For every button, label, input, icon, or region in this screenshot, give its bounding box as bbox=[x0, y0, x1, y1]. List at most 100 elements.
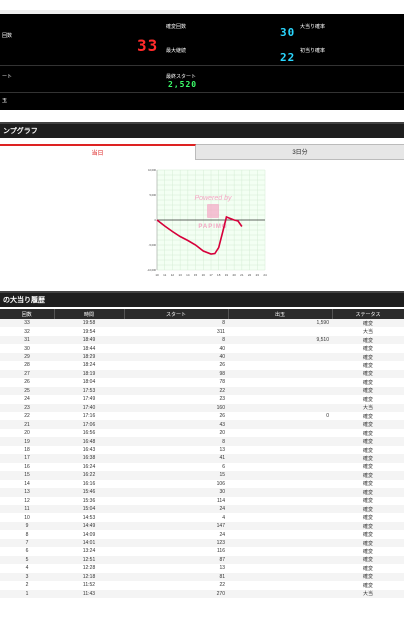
cell-payout bbox=[228, 496, 332, 505]
table-row: 6 13:24 116 確変 bbox=[0, 547, 404, 556]
cell-count: 28 bbox=[0, 361, 54, 370]
x-tick-label: 13 bbox=[178, 273, 182, 277]
cell-count: 3 bbox=[0, 572, 54, 582]
cell-count: 19 bbox=[0, 437, 54, 446]
cell-start: 41 bbox=[124, 454, 228, 463]
watermark-logo-icon bbox=[207, 204, 219, 218]
cell-status: 確変 bbox=[332, 564, 404, 573]
cell-time: 17:16 bbox=[54, 411, 124, 421]
cell-time: 13:24 bbox=[54, 547, 124, 556]
cell-start: 26 bbox=[124, 411, 228, 421]
table-row: 10 14:53 4 確変 bbox=[0, 513, 404, 522]
cell-time: 16:24 bbox=[54, 462, 124, 472]
cell-start: 147 bbox=[124, 521, 228, 531]
cell-start: 40 bbox=[124, 352, 228, 362]
final-start-value: 2,520 bbox=[168, 80, 198, 89]
table-row: 8 14:09 24 確変 bbox=[0, 530, 404, 539]
graph-section-title: ンプグラフ bbox=[0, 122, 404, 138]
cell-status: 確変 bbox=[332, 538, 404, 548]
x-tick-label: 23 bbox=[256, 273, 260, 277]
cell-time: 18:19 bbox=[54, 369, 124, 379]
cell-count: 25 bbox=[0, 386, 54, 396]
cell-status: 確変 bbox=[332, 521, 404, 531]
graph-tabs: 当日 3日分 bbox=[0, 144, 404, 160]
cell-payout bbox=[228, 462, 332, 472]
final-start-label: 最終スタート bbox=[166, 74, 197, 80]
cell-count: 11 bbox=[0, 504, 54, 514]
table-row: 3 12:18 81 確変 bbox=[0, 572, 404, 582]
cell-count: 10 bbox=[0, 513, 54, 522]
x-tick-label: 11 bbox=[163, 273, 166, 277]
cell-count: 32 bbox=[0, 327, 54, 336]
table-row: 33 19:58 8 1,590 確変 bbox=[0, 319, 404, 328]
cell-count: 30 bbox=[0, 344, 54, 353]
cell-status: 大当 bbox=[332, 589, 404, 598]
cell-time: 18:44 bbox=[54, 344, 124, 353]
col-header-status: ステータス bbox=[332, 309, 404, 319]
tab-today[interactable]: 当日 bbox=[0, 144, 196, 160]
x-tick-label: 16 bbox=[202, 273, 206, 277]
cell-status: 確変 bbox=[332, 555, 404, 565]
cell-payout bbox=[228, 361, 332, 370]
cell-start: 22 bbox=[124, 386, 228, 396]
cell-status: 確変 bbox=[332, 454, 404, 463]
cell-count: 22 bbox=[0, 411, 54, 421]
cell-status: 確変 bbox=[332, 437, 404, 446]
cell-start: 116 bbox=[124, 547, 228, 556]
cell-start: 43 bbox=[124, 420, 228, 429]
table-row: 4 12:28 13 確変 bbox=[0, 564, 404, 573]
history-table: 回数 時間 スタート 出玉 ステータス 33 19:58 8 1,590 確変 32 19:… bbox=[0, 309, 404, 598]
col-header-count: 回数 bbox=[0, 309, 55, 319]
top-strip bbox=[0, 0, 404, 14]
cell-time: 16:38 bbox=[54, 454, 124, 463]
stats-divider bbox=[0, 65, 404, 66]
cell-time: 16:22 bbox=[54, 471, 124, 480]
table-row: 32 19:54 311 大当 bbox=[0, 327, 404, 336]
cell-count: 24 bbox=[0, 395, 54, 404]
cell-payout bbox=[228, 504, 332, 514]
col-header-time: 時間 bbox=[54, 309, 125, 319]
table-row: 29 18:29 40 確変 bbox=[0, 352, 404, 362]
cell-count: 8 bbox=[0, 530, 54, 539]
cell-time: 18:24 bbox=[54, 361, 124, 370]
cell-start: 24 bbox=[124, 530, 228, 539]
cell-status: 確変 bbox=[332, 420, 404, 429]
x-tick-label: 15 bbox=[194, 273, 198, 277]
cell-time: 17:49 bbox=[54, 395, 124, 404]
first-prob-value: 22 bbox=[280, 51, 296, 64]
cell-payout bbox=[228, 428, 332, 438]
cell-count: 23 bbox=[0, 403, 54, 412]
table-row: 1 11:43 270 大当 bbox=[0, 589, 404, 598]
cell-start: 311 bbox=[124, 327, 228, 336]
history-section-title: の大当り履歴 bbox=[0, 291, 404, 307]
cell-count: 6 bbox=[0, 547, 54, 556]
cell-start: 106 bbox=[124, 479, 228, 489]
cell-start: 123 bbox=[124, 538, 228, 548]
cell-status: 確変 bbox=[332, 504, 404, 514]
cell-count: 7 bbox=[0, 538, 54, 548]
cell-status: 確変 bbox=[332, 496, 404, 505]
kakuhen-count-value: 33 bbox=[137, 36, 159, 55]
cell-count: 15 bbox=[0, 471, 54, 480]
stats-divider-2 bbox=[0, 92, 404, 93]
y-tick-label: 10,000 bbox=[148, 168, 156, 172]
cell-status: 確変 bbox=[332, 547, 404, 556]
x-tick-label: 14 bbox=[186, 273, 190, 277]
cell-time: 14:53 bbox=[54, 513, 124, 522]
cell-payout bbox=[228, 420, 332, 429]
table-row: 25 17:53 22 確変 bbox=[0, 386, 404, 396]
x-tick-label: 18 bbox=[217, 273, 221, 277]
table-row: 5 12:51 87 確変 bbox=[0, 555, 404, 565]
cell-payout bbox=[228, 369, 332, 379]
cell-start: 40 bbox=[124, 344, 228, 353]
cell-payout bbox=[228, 386, 332, 396]
tab-3days[interactable]: 3日分 bbox=[196, 144, 404, 160]
cell-count: 2 bbox=[0, 581, 54, 590]
kakuhen-count-label: 確変回数 bbox=[166, 24, 187, 30]
x-tick-label: 10 bbox=[155, 273, 159, 277]
table-row: 12 15:36 114 確変 bbox=[0, 496, 404, 505]
cell-time: 18:29 bbox=[54, 352, 124, 362]
table-row: 24 17:49 23 確変 bbox=[0, 395, 404, 404]
cell-payout bbox=[228, 403, 332, 412]
stats-panel: 回数 確変回数 33 最大継続 大当り確率 30 初当り確率 22 ート 最終ス… bbox=[0, 14, 404, 110]
